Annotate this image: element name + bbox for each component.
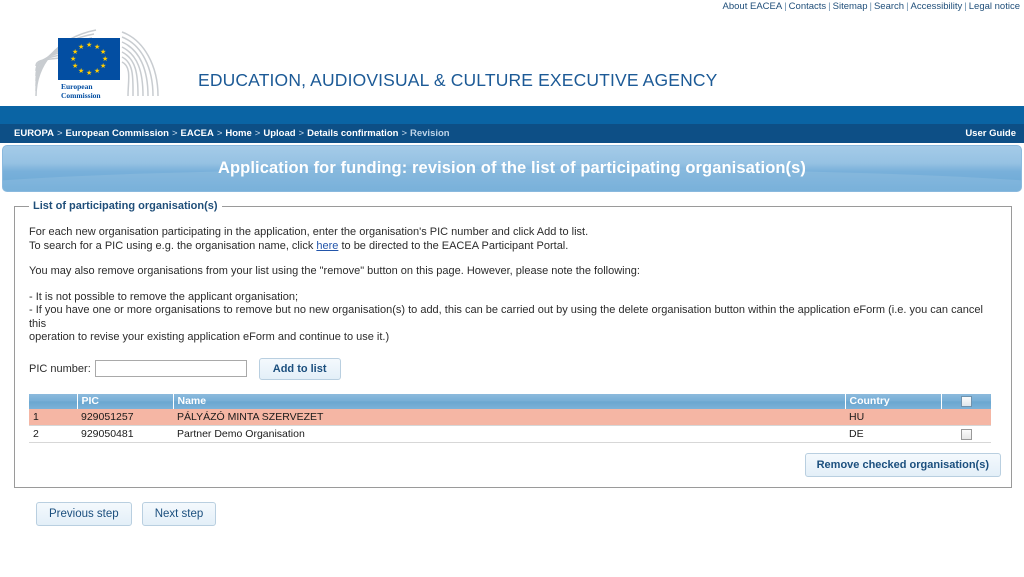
link-accessibility[interactable]: Accessibility [911, 1, 963, 12]
page-title-banner-wrap: Application for funding: revision of the… [0, 143, 1024, 192]
breadcrumb: EUROPA > European Commission > EACEA > Home > Up… [14, 128, 965, 139]
add-to-list-button[interactable]: Add to list [258, 357, 341, 380]
cell-index: 2 [29, 425, 77, 443]
cell-pic: 929050481 [77, 425, 173, 443]
breadcrumb-item-revision: Revision [410, 128, 450, 139]
instructions-paragraph-2: You may also remove organisations from y… [29, 265, 640, 277]
link-separator: | [869, 1, 872, 12]
column-header-country: Country [845, 393, 942, 409]
step-navigation: Previous step Next step [14, 488, 1012, 526]
breadcrumb-item-europa[interactable]: EUROPA [14, 128, 54, 139]
link-sitemap[interactable]: Sitemap [833, 1, 868, 12]
cell-checkbox [941, 425, 991, 443]
panel-legend: List of participating organisation(s) [33, 200, 218, 212]
link-legal-notice[interactable]: Legal notice [969, 1, 1020, 12]
table-body: 1 929051257 PÁLYÁZÓ MINTA SZERVEZET HU 2… [29, 408, 991, 443]
instructions-line-2-post: to be directed to the EACEA Participant … [338, 239, 569, 252]
cell-pic: 929051257 [77, 408, 173, 426]
instructions-line-2-pre: To search for a PIC using e.g. the organ… [29, 239, 317, 252]
cell-name: Partner Demo Organisation [173, 425, 845, 443]
eu-flag: ★ ★ ★ ★ ★ ★ ★ ★ ★ ★ ★ ★ [58, 38, 120, 80]
participant-portal-link[interactable]: here [316, 240, 338, 252]
column-header-name: Name [173, 393, 846, 409]
link-separator: | [964, 1, 967, 12]
table-head: PIC Name Country [29, 393, 991, 409]
instructions-paragraph-1: For each new organisation participating … [29, 226, 1001, 253]
instructions-paragraph-3: - It is not possible to remove the appli… [29, 291, 1001, 345]
bullet-line-1: - It is not possible to remove the appli… [29, 290, 299, 303]
masthead: ★ ★ ★ ★ ★ ★ ★ ★ ★ ★ ★ ★ European Commiss… [0, 14, 1024, 106]
breadcrumb-arrow-icon: > [298, 128, 305, 139]
page-title: Application for funding: revision of the… [217, 159, 807, 177]
european-commission-logo[interactable]: ★ ★ ★ ★ ★ ★ ★ ★ ★ ★ ★ ★ European Commiss… [22, 20, 188, 106]
breadcrumb-arrow-icon: > [254, 128, 261, 139]
pic-number-label: PIC number: [29, 362, 91, 375]
table-row: 1 929051257 PÁLYÁZÓ MINTA SZERVEZET HU [29, 408, 991, 426]
bullet-line-2: - If you have one or more organisations … [29, 304, 983, 330]
table-row: 2 929050481 Partner Demo Organisation DE [29, 425, 991, 443]
remove-checked-organisations-button[interactable]: Remove checked organisation(s) [804, 453, 1001, 477]
row-select-checkbox[interactable] [960, 428, 972, 440]
page-title-banner: Application for funding: revision of the… [2, 145, 1022, 192]
utility-links-bar: About EACEA | Contacts | Sitemap | Search | Acce… [0, 0, 1024, 14]
breadcrumb-item-eacea[interactable]: EACEA [181, 128, 214, 139]
user-guide-link[interactable]: User Guide [965, 128, 1016, 139]
breadcrumb-item-upload[interactable]: Upload [263, 128, 295, 139]
remove-button-wrap: Remove checked organisation(s) [804, 453, 1001, 477]
breadcrumb-arrow-icon: > [56, 128, 63, 139]
breadcrumb-arrow-icon: > [216, 128, 223, 139]
wordmark-line-1: European [61, 82, 93, 91]
pic-number-input[interactable] [94, 360, 247, 377]
link-separator: | [828, 1, 831, 12]
next-step-button[interactable]: Next step [141, 502, 217, 526]
main-content: List of participating organisation(s) Fo… [0, 192, 1024, 526]
wordmark-line-2: Commission [61, 91, 101, 100]
breadcrumb-arrow-icon: > [401, 128, 407, 139]
bullet-line-3: operation to revise your existing applic… [29, 331, 390, 343]
column-header-pic: PIC [77, 393, 174, 409]
cell-name: PÁLYÁZÓ MINTA SZERVEZET [173, 408, 845, 426]
european-commission-wordmark: European Commission [58, 80, 120, 103]
cell-country: DE [845, 425, 941, 443]
brand-band [0, 106, 1024, 124]
instructions-line-1: For each new organisation participating … [29, 226, 589, 238]
breadcrumb-item-home[interactable]: Home [225, 128, 251, 139]
cell-index: 1 [29, 408, 77, 426]
pic-entry-row: PIC number: Add to list [29, 357, 1001, 380]
previous-step-button[interactable]: Previous step [36, 502, 132, 526]
link-contacts[interactable]: Contacts [789, 1, 827, 12]
column-header-select-all [941, 393, 991, 409]
breadcrumb-arrow-icon: > [171, 128, 178, 139]
breadcrumb-bar: EUROPA > European Commission > EACEA > Home > Up… [0, 124, 1024, 143]
cell-checkbox [941, 408, 991, 426]
column-header-index [29, 393, 78, 409]
cell-country: HU [845, 408, 941, 426]
link-separator: | [906, 1, 909, 12]
link-separator: | [784, 1, 787, 12]
table-header-row: PIC Name Country [29, 393, 991, 409]
agency-title: EDUCATION, AUDIOVISUAL & CULTURE EXECUTI… [198, 70, 718, 90]
link-about-eacea[interactable]: About EACEA [723, 1, 783, 12]
organisation-list-panel: List of participating organisation(s) Fo… [14, 200, 1012, 488]
breadcrumb-item-european-commission[interactable]: European Commission [66, 128, 169, 139]
breadcrumb-item-details-confirmation[interactable]: Details confirmation [307, 128, 398, 139]
select-all-checkbox[interactable] [960, 395, 972, 407]
link-search[interactable]: Search [874, 1, 904, 12]
participating-organisations-table: PIC Name Country 1 929051257 PÁLYÁZÓ MIN… [29, 393, 991, 443]
